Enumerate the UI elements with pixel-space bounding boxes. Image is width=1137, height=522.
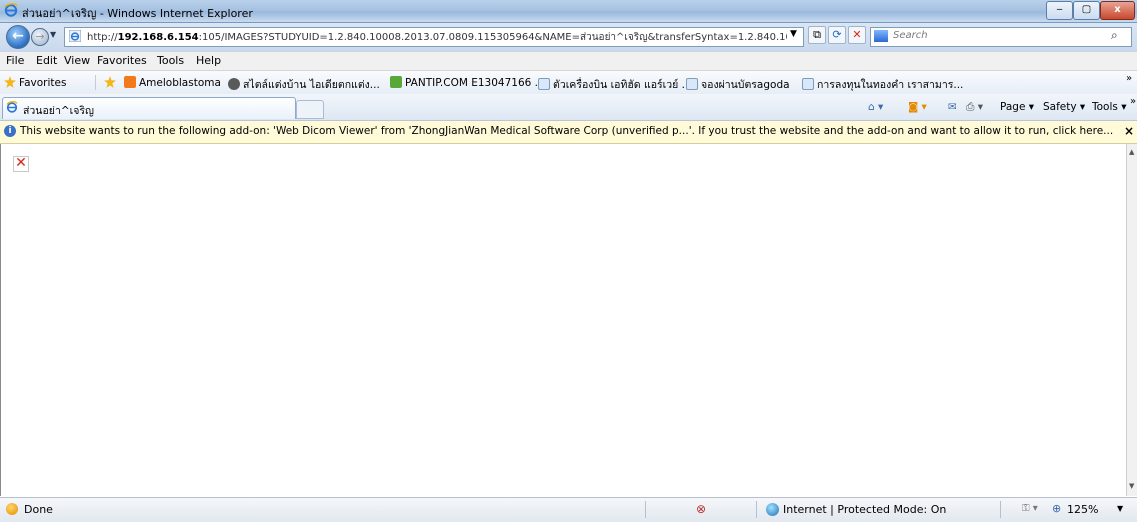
maximize-button[interactable]: ▢: [1073, 1, 1100, 20]
favorites-button[interactable]: Favorites: [4, 76, 66, 89]
favorites-overflow-icon[interactable]: »: [1126, 73, 1132, 84]
address-dropdown-icon[interactable]: ▼: [790, 29, 797, 39]
tabbar-overflow-icon[interactable]: »: [1130, 96, 1136, 107]
menu-favorites[interactable]: Favorites: [97, 54, 147, 67]
tab-bar: ส่วนอย่า^เจริญ ⌂ ▾ ◙ ▾ ✉ ⎙ ▾ Page ▾ Safe…: [0, 94, 1137, 121]
tab-active[interactable]: ส่วนอย่า^เจริญ: [2, 97, 296, 119]
stop-icon[interactable]: ✕: [848, 26, 866, 44]
home-icon[interactable]: ⌂ ▾: [868, 101, 883, 113]
menu-help[interactable]: Help: [196, 54, 221, 67]
status-bar: Done ⊗ Internet | Protected Mode: On ⚿ ▾…: [0, 497, 1137, 522]
info-icon: i: [4, 125, 16, 137]
menu-tools[interactable]: Tools: [157, 54, 184, 67]
tools-menu[interactable]: Tools ▾: [1092, 101, 1126, 113]
ie-page-icon: [802, 78, 814, 90]
zoom-icon[interactable]: ⊕: [1052, 502, 1061, 515]
safety-menu[interactable]: Safety ▾: [1043, 101, 1085, 113]
search-provider-icon: [874, 30, 888, 42]
blogger-icon: [124, 76, 136, 88]
ie-page-icon: [538, 78, 550, 90]
address-url[interactable]: http://192.168.6.154:105/IMAGES?STUDYUID…: [87, 30, 787, 45]
popup-blocker-icon[interactable]: ⊗: [696, 502, 706, 516]
information-bar[interactable]: i This website wants to run the followin…: [0, 121, 1137, 144]
window-title: ส่วนอย่า^เจริญ - Windows Internet Explor…: [22, 7, 253, 20]
feeds-icon[interactable]: ◙ ▾: [908, 101, 927, 113]
zoom-level[interactable]: 125%: [1067, 503, 1098, 516]
compatibility-view-icon[interactable]: ⧉: [808, 26, 826, 44]
star-icon: [4, 76, 16, 88]
back-button[interactable]: ←: [6, 25, 30, 49]
menu-file[interactable]: File: [6, 54, 24, 67]
status-text: Done: [24, 503, 53, 516]
refresh-icon[interactable]: ⟳: [828, 26, 846, 44]
vertical-scrollbar[interactable]: ▲ ▼: [1126, 144, 1137, 496]
security-zone[interactable]: Internet | Protected Mode: On: [783, 503, 946, 516]
address-bar[interactable]: http://192.168.6.154:105/IMAGES?STUDYUID…: [64, 27, 804, 47]
address-toolbar: ← → ▼ http://192.168.6.154:105/IMAGES?ST…: [0, 23, 1137, 52]
scroll-down-icon[interactable]: ▼: [1129, 482, 1134, 490]
fav-link-agoda[interactable]: จองผ่านบัตรagoda: [686, 76, 790, 93]
cactus-icon: [390, 76, 402, 88]
ie-logo-icon: [4, 3, 18, 17]
page-menu[interactable]: Page ▾: [1000, 101, 1034, 113]
print-icon[interactable]: ⎙ ▾: [966, 101, 983, 114]
favorites-bar: Favorites Ameloblastoma สไตล์แต่งบ้าน ไอ…: [0, 71, 1137, 95]
forward-button[interactable]: →: [31, 28, 49, 46]
site-icon: [228, 78, 240, 90]
menu-view[interactable]: View: [64, 54, 90, 67]
close-button[interactable]: x: [1100, 1, 1135, 20]
infobar-message[interactable]: This website wants to run the following …: [20, 125, 1113, 137]
search-box[interactable]: Search ⌕: [870, 27, 1132, 47]
add-favorite-icon[interactable]: [104, 76, 119, 89]
page-ie-icon: [69, 30, 81, 42]
scroll-up-icon[interactable]: ▲: [1129, 148, 1134, 156]
tab-title: ส่วนอย่า^เจริญ: [23, 105, 94, 117]
minimize-button[interactable]: ‒: [1046, 1, 1073, 20]
divider: [1000, 501, 1001, 518]
zoom-dropdown-icon[interactable]: ▼: [1117, 504, 1123, 513]
history-dropdown-icon[interactable]: ▼: [50, 30, 56, 39]
new-tab-button[interactable]: [296, 100, 324, 119]
divider: [645, 501, 646, 518]
broken-plugin-icon: ✕: [13, 156, 29, 172]
fav-link-etihad[interactable]: ตัวเครื่องบิน เอทิฮัด แอร์เวย์ ...: [538, 76, 692, 93]
ie-logo-icon: [6, 101, 18, 113]
fav-link-pantip[interactable]: PANTIP.COM E13047166 ....: [390, 76, 548, 89]
divider: [756, 501, 757, 518]
search-icon[interactable]: ⌕: [1111, 28, 1118, 43]
title-bar: ส่วนอย่า^เจริญ - Windows Internet Explor…: [0, 0, 1137, 23]
page-content: ✕: [0, 144, 1127, 496]
menu-edit[interactable]: Edit: [36, 54, 57, 67]
fav-link-style[interactable]: สไตล์แต่งบ้าน ไอเดียตกแต่ง...: [228, 76, 380, 93]
security-status-icon[interactable]: ⚿ ▾: [1022, 503, 1038, 514]
status-done-icon: [6, 503, 18, 515]
ie-page-icon: [686, 78, 698, 90]
mail-icon[interactable]: ✉: [948, 101, 957, 113]
fav-link-ameloblastoma[interactable]: Ameloblastoma: [124, 76, 221, 89]
search-placeholder: Search: [893, 30, 928, 41]
menu-bar: File Edit View Favorites Tools Help: [0, 52, 1137, 71]
internet-zone-icon: [766, 503, 779, 516]
fav-link-gold[interactable]: การลงทุนในทองคำ เราสามาร...: [802, 76, 963, 93]
infobar-close-icon[interactable]: ×: [1124, 124, 1134, 138]
divider: [95, 75, 96, 90]
